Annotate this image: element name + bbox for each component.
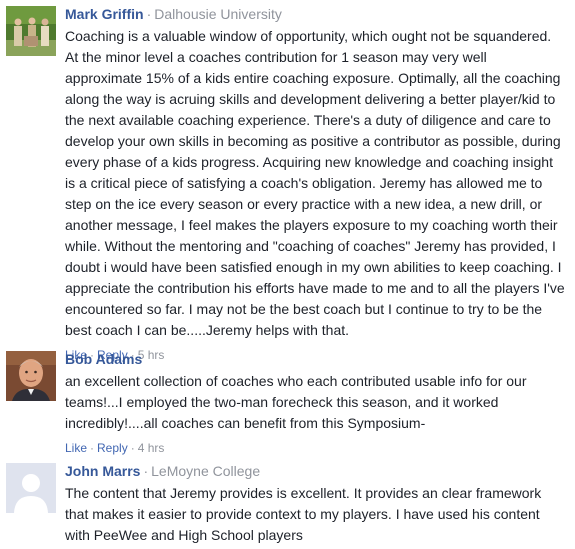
author-name-link[interactable]: Mark Griffin: [65, 6, 144, 22]
header-separator: ·: [146, 6, 152, 22]
comment-header: John Marrs · LeMoyne College: [65, 461, 565, 481]
person-photo-avatar-icon: [6, 351, 56, 401]
author-affiliation-link[interactable]: Dalhousie University: [154, 6, 282, 22]
avatar-mark-griffin[interactable]: [6, 6, 56, 56]
actions-separator: ·: [90, 441, 95, 455]
comment-header: Bob Adams: [65, 349, 565, 369]
author-affiliation-link[interactable]: LeMoyne College: [151, 463, 260, 479]
header-separator: ·: [143, 463, 149, 479]
author-name-link[interactable]: John Marrs: [65, 463, 140, 479]
actions-separator: ·: [130, 441, 135, 455]
group-photo-avatar-icon: [6, 6, 56, 56]
comment-text: The content that Jeremy provides is exce…: [65, 485, 542, 543]
comment-text: an excellent collection of coaches who e…: [65, 373, 527, 431]
avatar-john-marrs[interactable]: [6, 463, 56, 513]
like-link[interactable]: Like: [65, 441, 87, 455]
comment-text: Coaching is a valuable window of opportu…: [65, 28, 565, 338]
avatar-bob-adams[interactable]: [6, 351, 56, 401]
reply-link[interactable]: Reply: [97, 441, 128, 455]
default-silhouette-avatar-icon: [6, 463, 56, 513]
author-name-link[interactable]: Bob Adams: [65, 351, 142, 367]
comment-header: Mark Griffin · Dalhousie University: [65, 4, 565, 24]
comment-actions: Like · Reply · 4 hrs: [65, 440, 565, 456]
comment-timestamp[interactable]: 4 hrs: [138, 441, 165, 455]
